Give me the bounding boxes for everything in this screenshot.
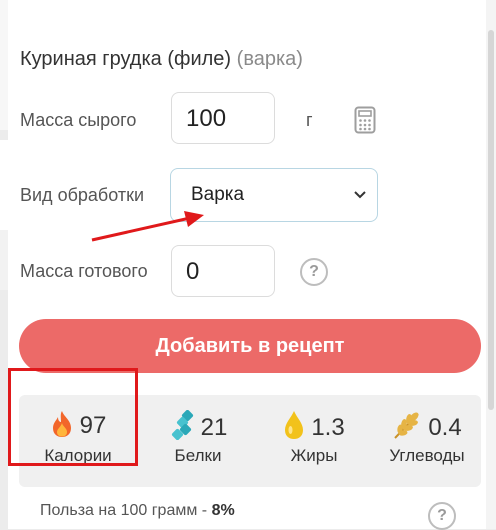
- scrollbar[interactable]: [486, 0, 496, 529]
- cooked-mass-input[interactable]: 0: [171, 245, 275, 297]
- scrollbar-thumb[interactable]: [488, 30, 494, 410]
- method-select[interactable]: Варка: [170, 168, 378, 222]
- method-selected-value: Варка: [191, 184, 245, 205]
- carbs-value: 0.4: [428, 414, 462, 441]
- protein-label: Белки: [174, 446, 222, 465]
- cooked-mass-label: Масса готового: [20, 261, 148, 281]
- product-title: Куриная грудка (филе) (варка): [20, 48, 303, 71]
- fat-label: Жиры: [290, 446, 338, 465]
- raw-mass-unit: г: [306, 110, 313, 130]
- benefit-value: 8%: [211, 502, 235, 519]
- carbs-label: Углеводы: [389, 446, 465, 465]
- help-icon[interactable]: ?: [300, 258, 328, 286]
- background-page-strip: [0, 230, 8, 290]
- benefit-text: Польза на 100 грамм -: [40, 502, 208, 519]
- raw-mass-input[interactable]: 100: [171, 92, 275, 144]
- nutrient-fat: 1.3 Жиры: [259, 395, 369, 487]
- add-to-recipe-button[interactable]: Добавить в рецепт: [19, 319, 481, 373]
- wheat-icon: [394, 412, 420, 439]
- method-label: Вид обработки: [20, 185, 145, 205]
- product-method-suffix: (варка): [236, 48, 303, 70]
- chevron-down-icon: [353, 169, 367, 243]
- raw-mass-label: Масса сырого: [20, 110, 137, 130]
- nutrient-carbs: 0.4 Углеводы: [373, 395, 481, 487]
- benefit-line: Польза на 100 грамм - 8%: [40, 502, 235, 520]
- calories-highlight-box: [8, 368, 138, 466]
- benefit-help-icon[interactable]: ?: [428, 502, 456, 530]
- nutrient-protein: 21 Белки: [143, 395, 253, 487]
- oil-drop-icon: [285, 411, 304, 439]
- product-name: Куриная грудка (филе): [20, 48, 232, 70]
- calculator-icon[interactable]: [354, 106, 376, 134]
- protein-value: 21: [200, 414, 228, 441]
- protein-chain-icon: [171, 409, 193, 441]
- panel-top-bar: [8, 0, 486, 23]
- fat-value: 1.3: [311, 414, 345, 441]
- background-page-strip: [0, 140, 8, 230]
- background-page-strip: [0, 0, 8, 130]
